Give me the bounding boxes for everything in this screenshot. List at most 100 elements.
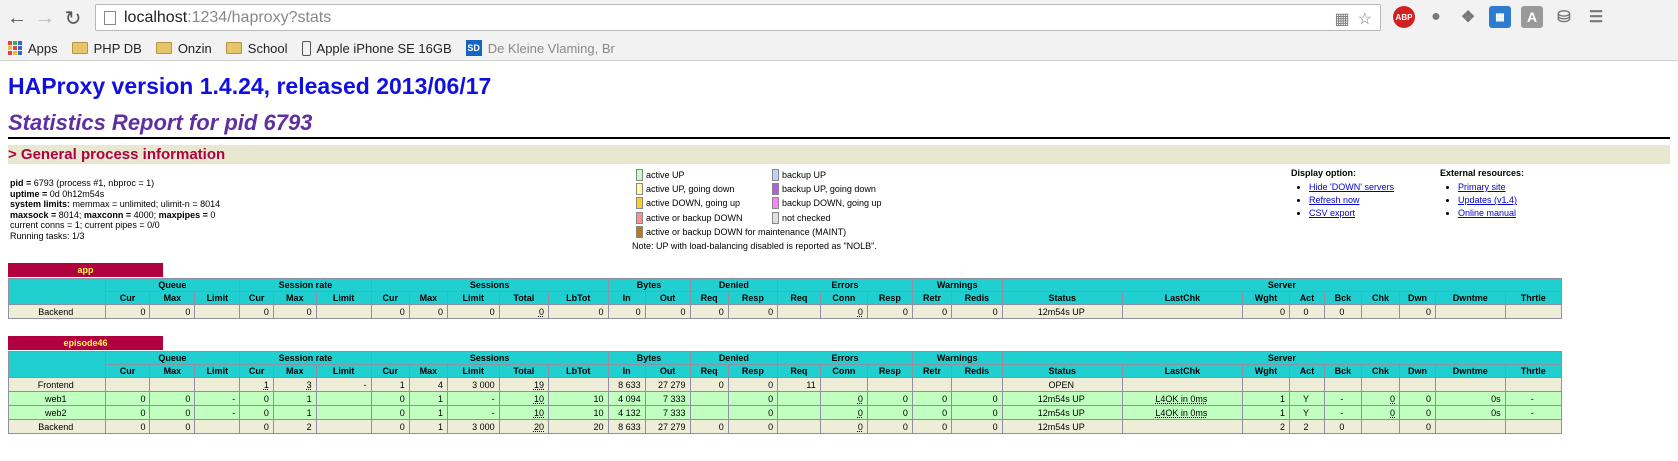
- table-cell: 0: [1360, 391, 1401, 406]
- header-blank: [8, 278, 106, 305]
- back-arrow-icon[interactable]: ←: [6, 7, 28, 29]
- column-header: Conn: [819, 364, 868, 378]
- column-header: Bck: [1323, 364, 1362, 378]
- table-row: Backend 0 0 0 0 0 0 0 0 0 0 0 0 0 0 0 0 0 12m54s UP 0 0 0 0: [8, 304, 1563, 319]
- column-header: Total: [498, 364, 550, 378]
- table-cell: 0: [1323, 304, 1362, 319]
- bookmark-php-db[interactable]: PHP DB: [71, 41, 142, 56]
- csv-export-link[interactable]: CSV export: [1309, 208, 1355, 218]
- table-cell: 20: [548, 419, 609, 434]
- folder-icon: [71, 42, 88, 54]
- table-cell: 7 333: [644, 391, 691, 406]
- table-cell: 0: [819, 419, 868, 434]
- table-cell: 12m54s UP: [1001, 391, 1123, 406]
- table-cell: 1: [1241, 391, 1291, 406]
- table-cell: -: [446, 405, 500, 420]
- proxy-name: episode46: [8, 336, 163, 350]
- group-header: Session rate: [239, 278, 372, 292]
- table-cell: 10: [498, 405, 550, 420]
- menu-icon[interactable]: ☰: [1585, 6, 1607, 28]
- table-cell: 0: [819, 304, 868, 319]
- address-bar[interactable]: localhost:1234/haproxy?stats ▦ ☆: [95, 4, 1381, 31]
- browser-toolbar: ← → ↻ localhost:1234/haproxy?stats ▦ ☆ A…: [0, 0, 1678, 36]
- table-cell: 0: [911, 304, 953, 319]
- hide-down-servers-link[interactable]: Hide 'DOWN' servers: [1309, 182, 1394, 192]
- refresh-now-link[interactable]: Refresh now: [1309, 195, 1360, 205]
- column-header: Retr: [911, 291, 953, 305]
- page-icon: [104, 10, 116, 25]
- url-text[interactable]: localhost:1234/haproxy?stats: [124, 9, 331, 27]
- table-cell: 0: [370, 304, 410, 319]
- table-cell: [1323, 377, 1362, 392]
- table-cell: 0: [1399, 405, 1436, 420]
- backup-legend-item: backup UP, going down: [772, 182, 882, 196]
- legend-label: active UP, going down: [646, 184, 735, 195]
- column-header: LbTot: [548, 291, 609, 305]
- table-cell: -: [1504, 391, 1563, 406]
- legend-swatch: [636, 225, 643, 238]
- table-cell: 0: [446, 304, 500, 319]
- table-cell: 0: [370, 419, 410, 434]
- table-cell: [1399, 377, 1436, 392]
- table-cell: 27 279: [644, 419, 691, 434]
- primary-site-link[interactable]: Primary site: [1458, 182, 1506, 192]
- puzzle-icon[interactable]: ❖: [1457, 6, 1479, 28]
- adblock-plus-icon[interactable]: ABP: [1393, 6, 1415, 28]
- column-header: Limit: [194, 364, 241, 378]
- table-cell: 0: [370, 405, 410, 420]
- bookmark-onzin[interactable]: Onzin: [155, 41, 212, 56]
- legend-swatch: [636, 183, 643, 196]
- column-header: Retr: [911, 364, 953, 378]
- bookmark-apps[interactable]: Apps: [8, 41, 58, 56]
- bookmark-kleine-vlaming[interactable]: SD De Kleine Vlaming, Br: [465, 40, 615, 56]
- group-header: Warnings: [911, 278, 1003, 292]
- table-cell: Y: [1289, 405, 1325, 420]
- column-header: Limit: [446, 291, 500, 305]
- online-manual-link[interactable]: Online manual: [1458, 208, 1516, 218]
- table-cell: 10: [498, 391, 550, 406]
- phone-icon: [301, 40, 311, 56]
- bulb-icon[interactable]: ●: [1425, 6, 1447, 28]
- column-header: LbTot: [548, 364, 609, 378]
- table-cell: [315, 391, 372, 406]
- table-cell: [689, 405, 729, 420]
- table-cell: [1121, 377, 1243, 392]
- apps-grid-icon: [8, 41, 22, 55]
- table-cell: 0: [727, 304, 779, 319]
- translate-icon[interactable]: ▦: [1335, 9, 1350, 29]
- forward-arrow-icon[interactable]: →: [34, 7, 56, 29]
- table-cell: 0: [727, 419, 779, 434]
- table-cell: Y: [1289, 391, 1325, 406]
- letter-a-icon[interactable]: A: [1521, 6, 1543, 28]
- column-header: Resp: [866, 364, 913, 378]
- table-cell: 1: [272, 405, 317, 420]
- folder-icon: [155, 42, 172, 54]
- column-header: Req: [689, 291, 729, 305]
- column-header: Bck: [1323, 291, 1362, 305]
- table-cell: [1360, 377, 1401, 392]
- table-cell: 0: [104, 304, 151, 319]
- table-cell: 11: [777, 377, 821, 392]
- column-header: Cur: [104, 291, 151, 305]
- column-header: Cur: [239, 291, 274, 305]
- table-cell: 1: [408, 391, 448, 406]
- table-cell: 10: [548, 405, 609, 420]
- table-cell: 0: [866, 405, 913, 420]
- table-row: Backend 0 0 0 2 0 1 3 000 20 20 8 633 27 279 0 0 0 0 0 0 1…: [8, 419, 1563, 434]
- legend-label: active or backup DOWN for maintenance (M…: [646, 226, 847, 237]
- bookmark-school[interactable]: School: [225, 41, 288, 56]
- group-header: Server: [1001, 278, 1563, 292]
- table-cell: 0: [866, 391, 913, 406]
- database-icon[interactable]: ⛁: [1553, 6, 1575, 28]
- trello-icon[interactable]: ▦: [1489, 6, 1511, 28]
- column-header: Conn: [819, 291, 868, 305]
- legend-note: Note: UP with load-balancing disabled is…: [632, 241, 877, 251]
- reload-icon[interactable]: ↻: [62, 7, 84, 30]
- table-cell: 0: [272, 304, 317, 319]
- updates-link[interactable]: Updates (v1.4): [1458, 195, 1517, 205]
- table-cell: 0: [149, 304, 196, 319]
- group-header: Denied: [689, 351, 779, 365]
- table-cell: 0: [727, 391, 779, 406]
- bookmark-star-icon[interactable]: ☆: [1358, 9, 1372, 29]
- bookmark-iphone[interactable]: Apple iPhone SE 16GB: [301, 40, 452, 56]
